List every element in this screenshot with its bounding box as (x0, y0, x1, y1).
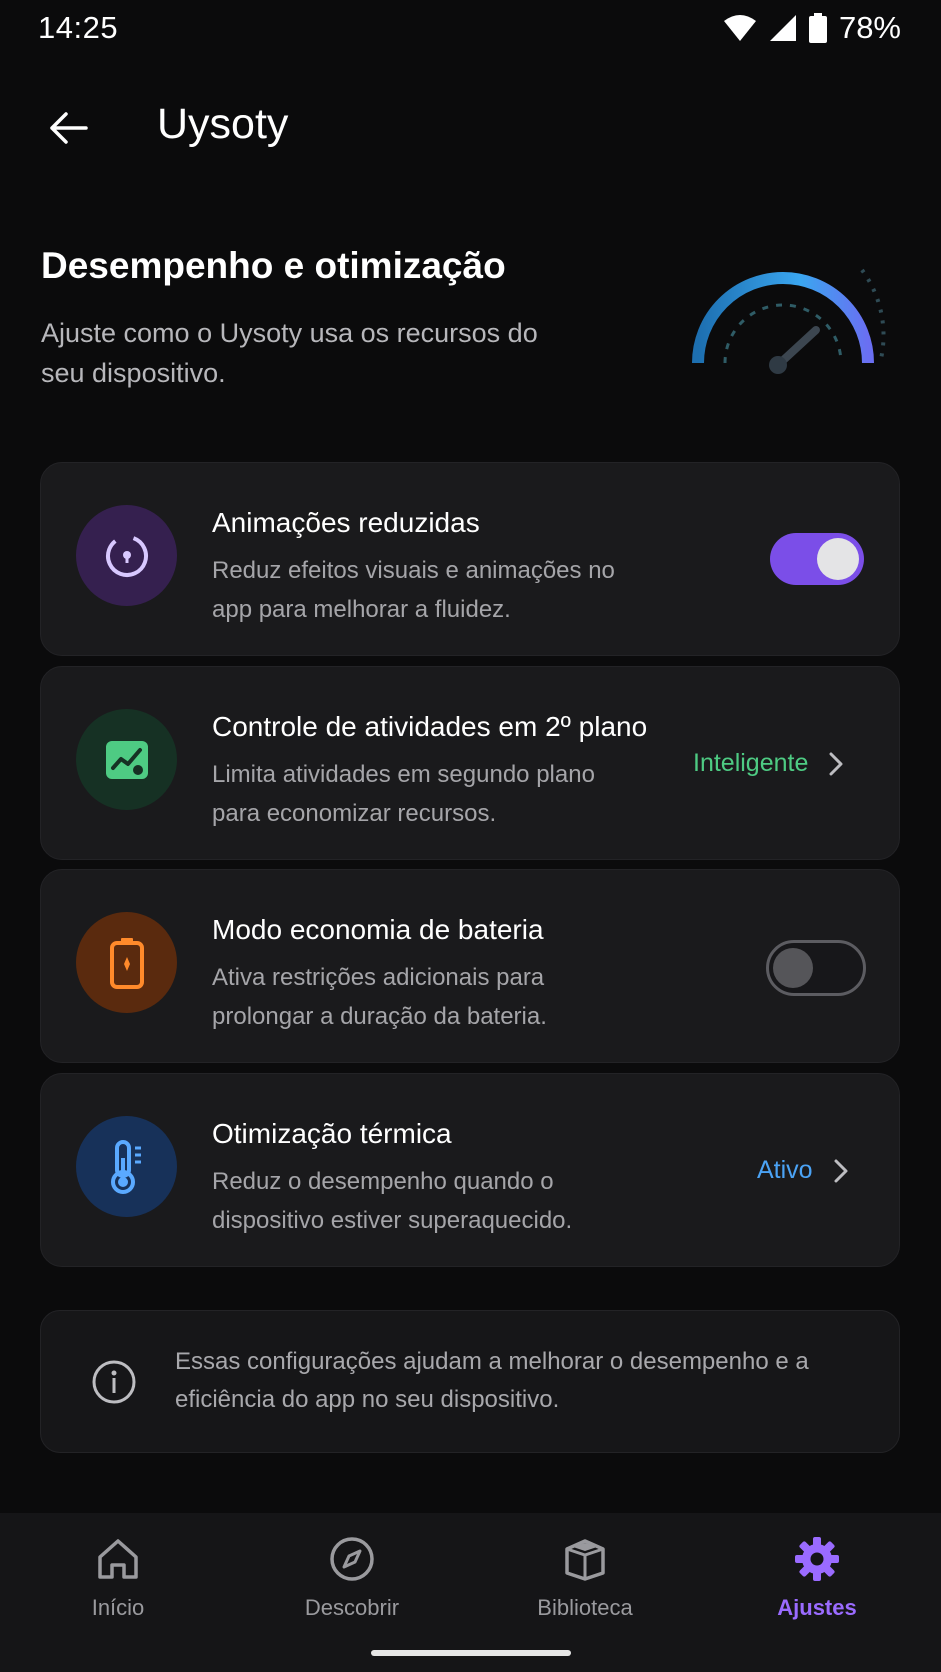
info-text: Essas configurações ajudam a melhorar o … (175, 1348, 809, 1413)
nav-item-biblioteca[interactable]: Biblioteca (505, 1535, 665, 1621)
library-icon (565, 1539, 605, 1581)
reduced-motion-icon (105, 534, 148, 577)
reduced-motion-icon-wrap (76, 505, 177, 606)
setting-title: Animações reduzidas (212, 507, 480, 538)
toggle-knob (773, 948, 813, 988)
chevron-right-icon (829, 752, 843, 775)
setting-background-activity[interactable]: Controle de atividades em 2º plano Limit… (40, 666, 900, 860)
gear-icon (795, 1537, 839, 1581)
battery-icon (808, 13, 827, 43)
thermometer-icon (110, 1139, 141, 1194)
chevron-right-icon (834, 1159, 848, 1182)
reduced-animations-toggle[interactable] (770, 533, 864, 585)
setting-thermal-optimization[interactable]: Otimização térmica Reduz o desempenho qu… (40, 1073, 900, 1267)
info-card: Essas configurações ajudam a melhorar o … (40, 1310, 900, 1453)
setting-title: Otimização térmica (212, 1118, 452, 1149)
speedometer-icon (692, 268, 886, 374)
section-description: Ajuste como o Uysoty usa os recursos do … (41, 318, 538, 388)
battery-saver-icon-wrap (76, 912, 177, 1013)
back-arrow-icon (50, 112, 88, 144)
nav-label: Ajustes (777, 1595, 857, 1620)
setting-value: Inteligente (693, 749, 809, 777)
thermal-optimization-value-link[interactable]: Ativo (757, 1156, 849, 1185)
toggle-knob (817, 538, 859, 580)
wifi-icon (723, 15, 756, 41)
section-title: Desempenho e otimização (41, 245, 506, 286)
compass-icon (330, 1537, 374, 1581)
background-activity-icon-wrap (76, 709, 177, 810)
app-title: Uysoty (157, 100, 289, 148)
background-activity-icon (105, 740, 148, 779)
battery-percent: 78% (838, 10, 901, 45)
thermometer-icon-wrap (76, 1116, 177, 1217)
status-time: 14:25 (38, 10, 119, 45)
nav-item-ajustes[interactable]: Ajustes (737, 1535, 897, 1621)
nav-item-descobrir[interactable]: Descobrir (272, 1535, 432, 1621)
battery-saver-toggle[interactable] (766, 940, 866, 996)
home-icon (98, 1539, 138, 1579)
nav-label: Início (91, 1595, 145, 1620)
info-icon (92, 1360, 136, 1404)
nav-label: Descobrir (304, 1595, 400, 1620)
signal-icon (769, 15, 796, 41)
setting-title: Controle de atividades em 2º plano (212, 711, 648, 742)
setting-value: Ativo (757, 1156, 813, 1184)
battery-saver-icon (109, 937, 144, 989)
setting-title: Modo economia de bateria (212, 914, 544, 945)
status-icons: 78% (723, 10, 901, 46)
setting-description: Limita atividades em segundo plano para … (212, 761, 595, 827)
home-indicator (371, 1650, 571, 1656)
setting-description: Ativa restrições adicionais para prolong… (212, 964, 547, 1030)
setting-description: Reduz efeitos visuais e animações no app… (212, 557, 615, 623)
back-button[interactable] (40, 100, 96, 156)
background-activity-value-link[interactable]: Inteligente (693, 749, 844, 778)
setting-reduced-animations[interactable]: Animações reduzidas Reduz efeitos visuai… (40, 462, 900, 656)
setting-description: Reduz o desempenho quando o dispositivo … (212, 1168, 573, 1234)
nav-item-inicio[interactable]: Início (38, 1535, 198, 1621)
nav-label: Biblioteca (537, 1595, 633, 1620)
setting-battery-saver[interactable]: Modo economia de bateria Ativa restriçõe… (40, 869, 900, 1063)
bottom-navigation: Início Descobrir Biblioteca Ajustes (0, 1513, 941, 1672)
